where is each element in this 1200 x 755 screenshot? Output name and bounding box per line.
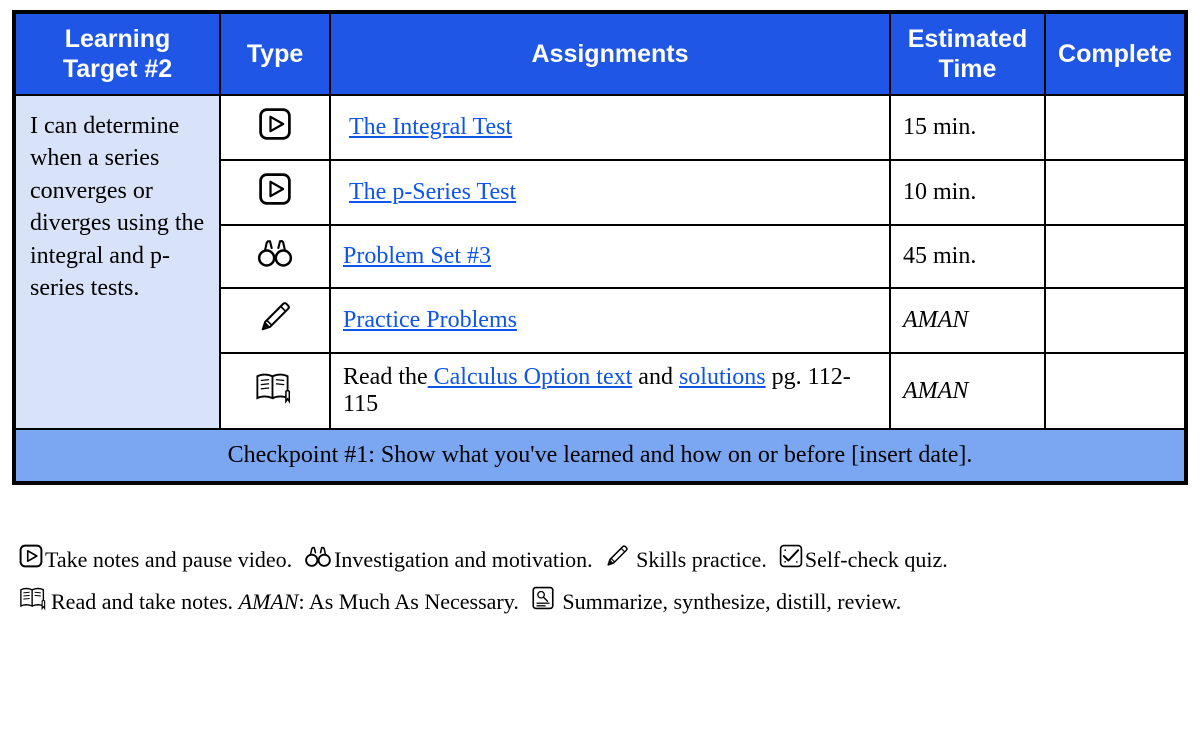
legend-aman-text: : As Much As Necessary.: [298, 589, 518, 614]
header-target: Learning Target #2: [15, 13, 220, 95]
type-cell: [220, 353, 330, 429]
legend-pencil-text: Skills practice.: [636, 547, 767, 572]
checkpoint-row: Checkpoint #1: Show what you've learned …: [15, 429, 1185, 482]
checkpoint-text: Checkpoint #1: Show what you've learned …: [15, 429, 1185, 482]
legend-binoculars-text: Investigation and motivation.: [334, 547, 592, 572]
learning-target-table: Learning Target #2 Type Assignments Esti…: [12, 10, 1188, 485]
type-cell: [220, 95, 330, 160]
legend-aman-label: AMAN: [239, 589, 299, 614]
time-cell: 15 min.: [890, 95, 1045, 160]
video-icon: [257, 106, 293, 149]
type-cell: [220, 225, 330, 288]
header-assignments: Assignments: [330, 13, 890, 95]
complete-cell: [1045, 95, 1185, 160]
header-complete: Complete: [1045, 13, 1185, 95]
legend-checkquiz-text: Self-check quiz.: [805, 547, 948, 572]
type-cell: [220, 288, 330, 353]
complete-cell: [1045, 288, 1185, 353]
assignment-link[interactable]: Practice Problems: [343, 307, 517, 333]
legend-summarize-text: Summarize, synthesize, distill, review.: [562, 589, 901, 614]
complete-cell: [1045, 225, 1185, 288]
time-cell: 45 min.: [890, 225, 1045, 288]
binoculars-icon: [303, 542, 333, 582]
assignment-cell: Problem Set #3: [330, 225, 890, 288]
legend-readnotes-text: Read and take notes.: [51, 589, 233, 614]
complete-cell: [1045, 353, 1185, 429]
table-row: I can determine when a series converges …: [15, 95, 1185, 160]
assignment-link[interactable]: Calculus Option text: [428, 364, 633, 390]
assignment-link-2[interactable]: solutions: [679, 364, 766, 390]
time-cell: AMAN: [890, 288, 1045, 353]
check-quiz-icon: [778, 542, 804, 582]
assignment-text-pre: Read the: [343, 364, 428, 390]
read-notes-icon: [254, 371, 296, 412]
assignment-cell: The p-Series Test: [330, 160, 890, 225]
binoculars-icon: [255, 236, 295, 277]
assignment-cell: Read the Calculus Option text and soluti…: [330, 353, 890, 429]
type-cell: [220, 160, 330, 225]
legend-video-text: Take notes and pause video.: [45, 547, 292, 572]
time-cell: AMAN: [890, 353, 1045, 429]
assignment-link[interactable]: The Integral Test: [349, 114, 512, 140]
legend-line-2: Read and take notes. AMAN: As Much As Ne…: [18, 582, 1182, 624]
legend: Take notes and pause video. Investigatio…: [18, 540, 1182, 624]
header-type: Type: [220, 13, 330, 95]
video-icon: [18, 542, 44, 582]
video-icon: [257, 171, 293, 214]
assignment-cell: Practice Problems: [330, 288, 890, 353]
assignment-link[interactable]: The p-Series Test: [349, 179, 516, 205]
assignment-text-mid: and: [632, 364, 679, 390]
pencil-icon: [257, 299, 293, 342]
time-cell: 10 min.: [890, 160, 1045, 225]
learning-target-text: I can determine when a series converges …: [15, 95, 220, 429]
header-time: Estimated Time: [890, 13, 1045, 95]
header-row: Learning Target #2 Type Assignments Esti…: [15, 13, 1185, 95]
pencil-icon: [604, 542, 630, 582]
legend-line-1: Take notes and pause video. Investigatio…: [18, 540, 1182, 582]
complete-cell: [1045, 160, 1185, 225]
assignment-link[interactable]: Problem Set #3: [343, 243, 491, 269]
assignment-cell: The Integral Test: [330, 95, 890, 160]
read-notes-icon: [18, 584, 50, 624]
summarize-icon: [530, 584, 556, 624]
